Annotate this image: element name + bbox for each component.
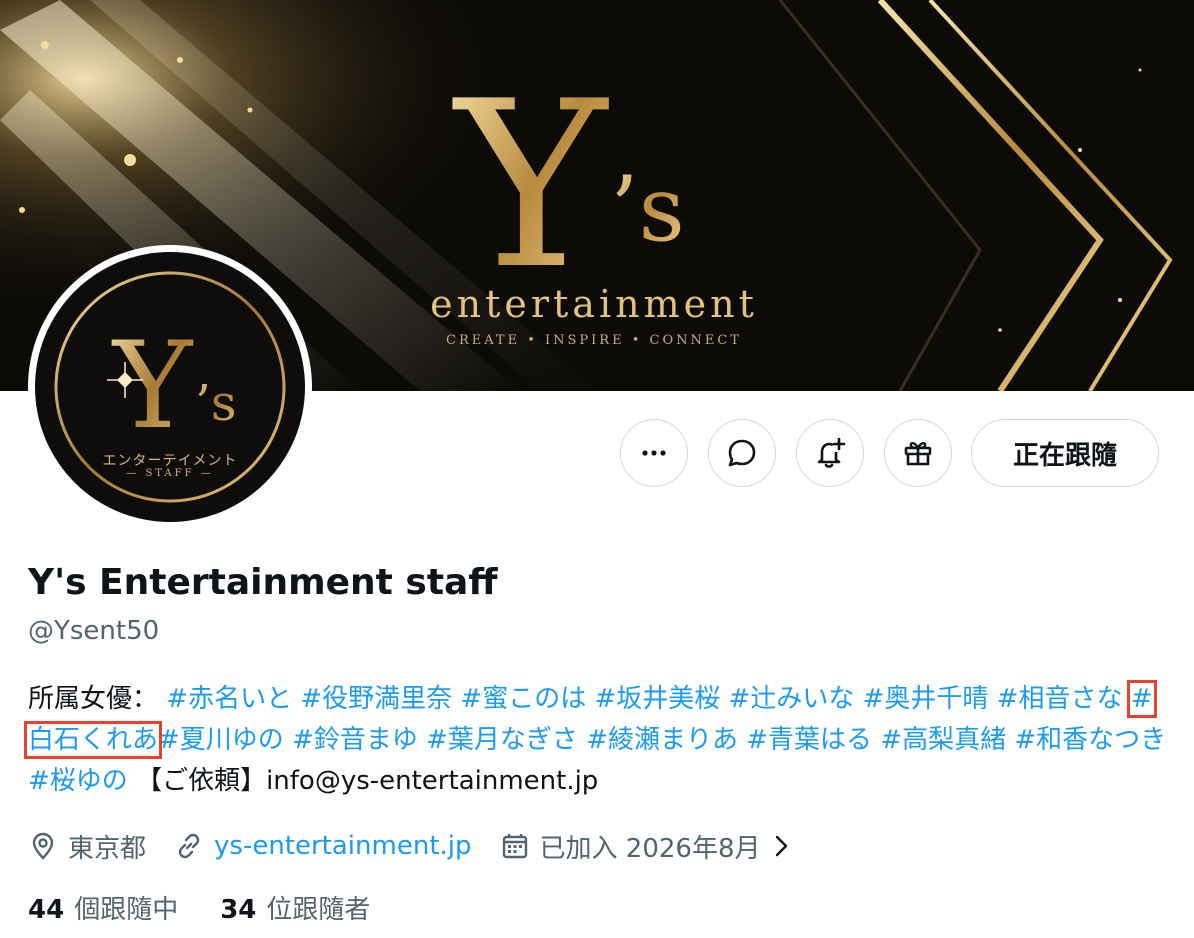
more-horizontal-icon	[642, 450, 666, 456]
svg-text:Y: Y	[111, 317, 194, 456]
website[interactable]: ys-entertainment.jp	[174, 831, 472, 861]
message-bubble-icon	[728, 439, 756, 467]
bell-plus-icon	[817, 437, 846, 468]
hashtag-link[interactable]: #相音さな	[997, 684, 1123, 714]
profile-avatar[interactable]: Y ’s エンターテイメント — STAFF —	[28, 245, 312, 529]
calendar-icon	[502, 834, 527, 859]
hashtag-link[interactable]: #青葉はる	[746, 725, 872, 755]
following-stat[interactable]: 44 個跟隨中	[28, 889, 178, 926]
avatar-kana: エンターテイメント	[102, 453, 238, 469]
hashtag-link[interactable]: #夏川ゆの	[158, 725, 284, 755]
chevron-right-icon	[775, 835, 787, 857]
link-icon	[178, 833, 200, 859]
followers-count: 34	[220, 895, 257, 925]
joined-text: 已加入 2026年8月	[539, 833, 761, 864]
bio-contact: 【ご依頼】info@ys-entertainment.jp	[136, 766, 599, 796]
profile-bio: 所属女優： #赤名いと #役野満里奈 #蜜このは #坂井美桜 #辻みいな #奥井…	[24, 679, 1168, 802]
hashtag-link[interactable]: #葉月なぎさ	[426, 725, 578, 755]
location-text: 東京都	[68, 833, 147, 864]
follow-stats: 44 個跟隨中 34 位跟隨者	[28, 889, 412, 926]
bio-prefix: 所属女優：	[28, 684, 159, 714]
hashtag-link[interactable]: #鈴音まゆ	[292, 725, 418, 755]
hashtag-link[interactable]: #赤名いと	[166, 684, 292, 714]
join-date[interactable]: 已加入 2026年8月	[500, 828, 795, 865]
hashtag-link[interactable]: #綾瀬まりあ	[586, 725, 738, 755]
hashtag-link[interactable]: #蜜このは	[460, 684, 586, 714]
avatar-staff: — STAFF —	[126, 468, 214, 479]
followers-stat[interactable]: 34 位跟隨者	[220, 889, 370, 926]
avatar-logo: Y ’s	[54, 271, 286, 503]
following-button[interactable]: 正在跟隨	[971, 419, 1159, 487]
hashtag-link[interactable]: #役野満里奈	[300, 684, 452, 714]
banner-logo-s: ’s	[610, 157, 685, 262]
more-button[interactable]	[620, 419, 688, 487]
gift-icon	[904, 442, 932, 466]
hashtag-link[interactable]: #坂井美桜	[594, 684, 720, 714]
website-link[interactable]: ys-entertainment.jp	[214, 831, 472, 861]
banner-logo-y: Y	[452, 53, 609, 320]
notify-button[interactable]	[796, 419, 864, 487]
display-name: Y's Entertainment staff	[28, 562, 498, 603]
svg-text:’s: ’s	[195, 374, 237, 432]
user-handle: @Ysent50	[28, 616, 160, 646]
hashtag-link[interactable]: #辻みいな	[729, 684, 855, 714]
location: 東京都	[28, 828, 146, 865]
hashtag-link[interactable]: #桜ゆの	[28, 766, 128, 796]
followers-label: 位跟隨者	[266, 895, 371, 925]
hashtag-link[interactable]: #和香なつき	[1014, 725, 1166, 755]
following-label: 個跟隨中	[74, 895, 179, 925]
message-button[interactable]	[708, 419, 776, 487]
location-pin-icon	[32, 832, 54, 860]
hashtag-link[interactable]: #奥井千晴	[863, 684, 989, 714]
hashtag-link[interactable]: #高梨真緒	[880, 725, 1006, 755]
subscribe-button[interactable]	[884, 419, 952, 487]
following-count: 44	[28, 895, 65, 925]
profile-meta: 東京都 ys-entertainment.jp 已加入 2026年8月	[28, 826, 823, 866]
